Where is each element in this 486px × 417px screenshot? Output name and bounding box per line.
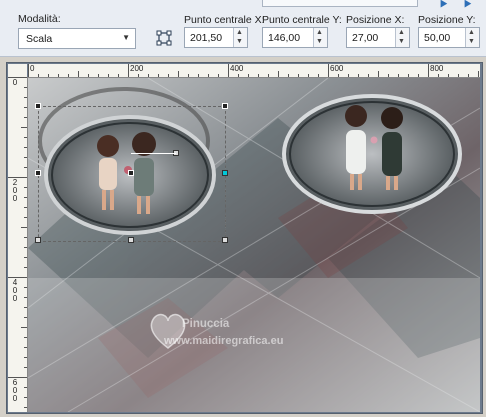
ruler-top: 0 200 400 600 800 bbox=[28, 64, 480, 78]
watermark-logo: Pinuccia www.maidiregrafica.eu bbox=[146, 308, 346, 358]
ruler-left-label: 6 0 0 bbox=[12, 378, 18, 403]
ruler-left: 0 2 0 0 4 0 0 6 0 0 bbox=[8, 77, 28, 412]
mode-dropdown[interactable]: Scala ▼ bbox=[18, 28, 136, 49]
pos-y-label: Posizione Y: bbox=[418, 14, 476, 26]
chevron-down-icon: ▼ bbox=[122, 33, 130, 42]
center-x-field[interactable]: 201,50 ▲ ▼ bbox=[184, 27, 248, 48]
ruler-top-label: 600 bbox=[330, 64, 344, 73]
pos-y-value: 50,00 bbox=[424, 32, 451, 44]
resize-handle-left[interactable] bbox=[35, 170, 41, 176]
resize-handle-top-right[interactable] bbox=[222, 103, 228, 109]
resize-handle-bottom-right[interactable] bbox=[222, 237, 228, 243]
mode-value: Scala bbox=[26, 33, 53, 45]
pos-x-label: Posizione X: bbox=[346, 14, 405, 26]
center-y-label: Punto centrale Y: bbox=[262, 14, 342, 26]
center-x-label: Punto centrale X: bbox=[184, 14, 265, 26]
pivot-handle[interactable] bbox=[128, 170, 134, 176]
ruler-top-label: 0 bbox=[30, 64, 35, 73]
arrow-icon[interactable]: ⯈ bbox=[462, 0, 473, 11]
rotation-line bbox=[131, 153, 176, 154]
ruler-top-label: 800 bbox=[430, 64, 444, 73]
watermark-site: www.maidiregrafica.eu bbox=[164, 335, 284, 347]
pos-x-field[interactable]: 27,00 ▲ ▼ bbox=[346, 27, 410, 48]
artwork-canvas[interactable]: Pinuccia www.maidiregrafica.eu bbox=[28, 78, 480, 412]
resize-handle-bottom-left[interactable] bbox=[35, 237, 41, 243]
property-toolbar: ⯈ ⯈ Modalità: Scala ▼ Punto centrale X: … bbox=[0, 0, 486, 57]
arrow-icon[interactable]: ⯈ bbox=[438, 0, 449, 11]
ruler-left-ticks bbox=[8, 77, 27, 408]
resize-handle-right[interactable] bbox=[222, 170, 228, 176]
ruler-top-ticks bbox=[28, 64, 479, 77]
center-x-stepper[interactable]: ▲ ▼ bbox=[233, 28, 247, 47]
ruler-left-label: 0 bbox=[12, 78, 18, 87]
ruler-top-label: 200 bbox=[130, 64, 144, 73]
pos-x-value: 27,00 bbox=[352, 32, 379, 44]
pos-y-stepper[interactable]: ▲ ▼ bbox=[465, 28, 479, 47]
ruler-top-label: 400 bbox=[230, 64, 244, 73]
watermark-name: Pinuccia bbox=[182, 318, 230, 330]
resize-handle-bottom[interactable] bbox=[128, 237, 134, 243]
center-y-stepper[interactable]: ▲ ▼ bbox=[313, 28, 327, 47]
ruler-corner bbox=[8, 64, 27, 77]
ruler-left-label: 4 0 0 bbox=[12, 278, 18, 303]
mode-label: Modalità: bbox=[18, 13, 61, 25]
center-y-field[interactable]: 146,00 ▲ ▼ bbox=[262, 27, 328, 48]
pick-tool-icon[interactable] bbox=[156, 30, 172, 46]
resize-handle-top-left[interactable] bbox=[35, 103, 41, 109]
canvas-area[interactable]: 0 200 400 600 800 0 2 0 0 4 0 0 6 0 0 Pi… bbox=[6, 62, 483, 414]
pos-y-field[interactable]: 50,00 ▲ ▼ bbox=[418, 27, 480, 48]
top-input-strip[interactable] bbox=[262, 0, 418, 7]
ruler-left-label: 2 0 0 bbox=[12, 178, 18, 203]
center-y-value: 146,00 bbox=[268, 32, 301, 44]
center-x-value: 201,50 bbox=[190, 32, 223, 44]
pos-x-stepper[interactable]: ▲ ▼ bbox=[395, 28, 409, 47]
